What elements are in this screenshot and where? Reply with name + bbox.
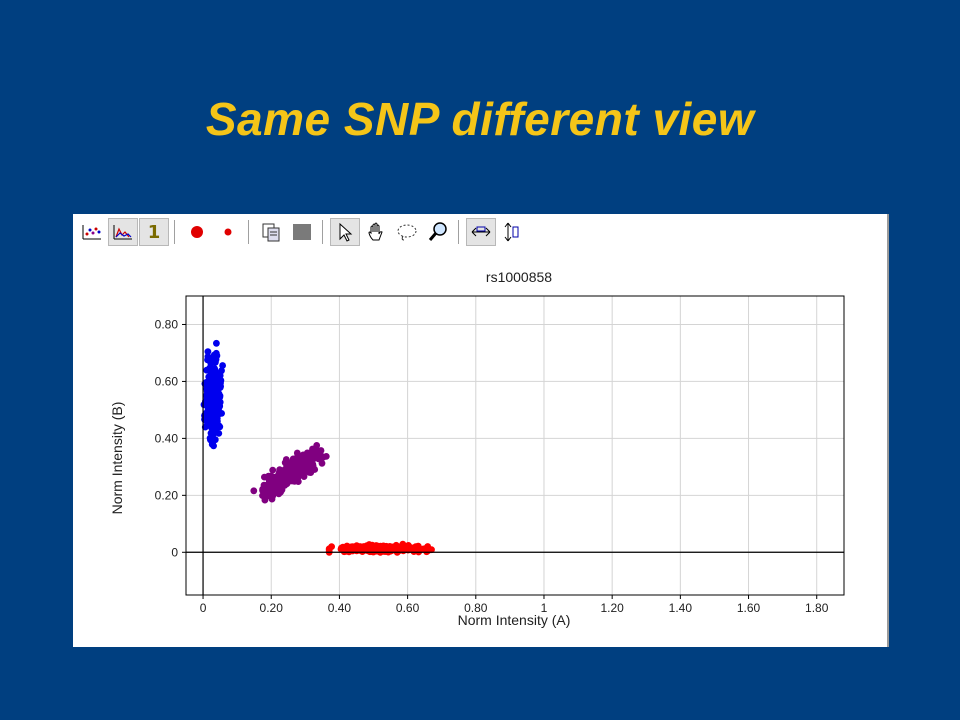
x-tick-label: 1.60 (737, 601, 761, 615)
data-point-cluster-2 (284, 462, 291, 470)
data-point-cluster-2 (261, 487, 268, 495)
x-tick-label: 0.60 (396, 601, 420, 615)
data-point-cluster-2 (305, 449, 313, 457)
data-point-cluster-1 (210, 385, 218, 393)
scatter-plot: rs1000858 0 0.20 0.40 0.60 0.80 1 1.20 1.40 1.60… (109, 269, 845, 628)
y-tick-label: 0.40 (155, 431, 179, 445)
y-tick-label: 0.20 (155, 488, 179, 502)
x-tick-label: 1.40 (669, 601, 693, 615)
data-point-cluster-2 (250, 487, 258, 495)
y-tick-label: 0 (171, 545, 178, 559)
data-point-cluster-2 (307, 460, 314, 468)
data-point-cluster-2 (282, 456, 290, 463)
data-point-cluster-2 (275, 469, 283, 477)
data-point-cluster-2 (267, 479, 274, 486)
data-point-cluster-2 (280, 480, 288, 487)
plot-area (186, 296, 844, 595)
data-point-cluster-2 (269, 466, 277, 474)
data-point-cluster-2 (294, 463, 302, 471)
data-point-cluster-1 (216, 372, 224, 379)
data-point-cluster-3 (409, 545, 417, 552)
x-tick-label: 0.20 (260, 601, 284, 615)
data-point-cluster-2 (322, 453, 330, 460)
data-point-cluster-1 (216, 398, 224, 406)
y-tick-label: 0.60 (155, 374, 179, 388)
data-point-cluster-1 (208, 365, 215, 372)
x-axis-label: Norm Intensity (A) (458, 612, 571, 628)
x-tick-label: 1.80 (805, 601, 829, 615)
data-point-cluster-2 (265, 472, 272, 480)
plot-panel: 1 rs1000858 0 0.20 0.40 0.60 0.80 1 1.20… (73, 214, 889, 647)
data-point-cluster-1 (213, 339, 220, 347)
x-tick-label: 0.40 (328, 601, 352, 615)
y-tick-label: 0.80 (155, 317, 179, 331)
data-point-cluster-1 (214, 417, 221, 425)
x-tick-label: 1.20 (600, 601, 624, 615)
slide-title: Same SNP different view (205, 93, 755, 145)
data-point-cluster-1 (208, 373, 215, 381)
data-point-cluster-1 (204, 356, 211, 364)
data-point-cluster-3 (379, 544, 387, 552)
data-point-cluster-2 (301, 466, 309, 474)
x-tick-label: 0 (200, 601, 207, 615)
data-point-cluster-2 (311, 451, 319, 459)
data-point-cluster-1 (208, 408, 216, 416)
y-axis-label: Norm Intensity (B) (109, 402, 125, 515)
data-point-cluster-3 (396, 544, 403, 552)
data-point-cluster-1 (207, 436, 214, 444)
plot-title: rs1000858 (486, 269, 552, 285)
